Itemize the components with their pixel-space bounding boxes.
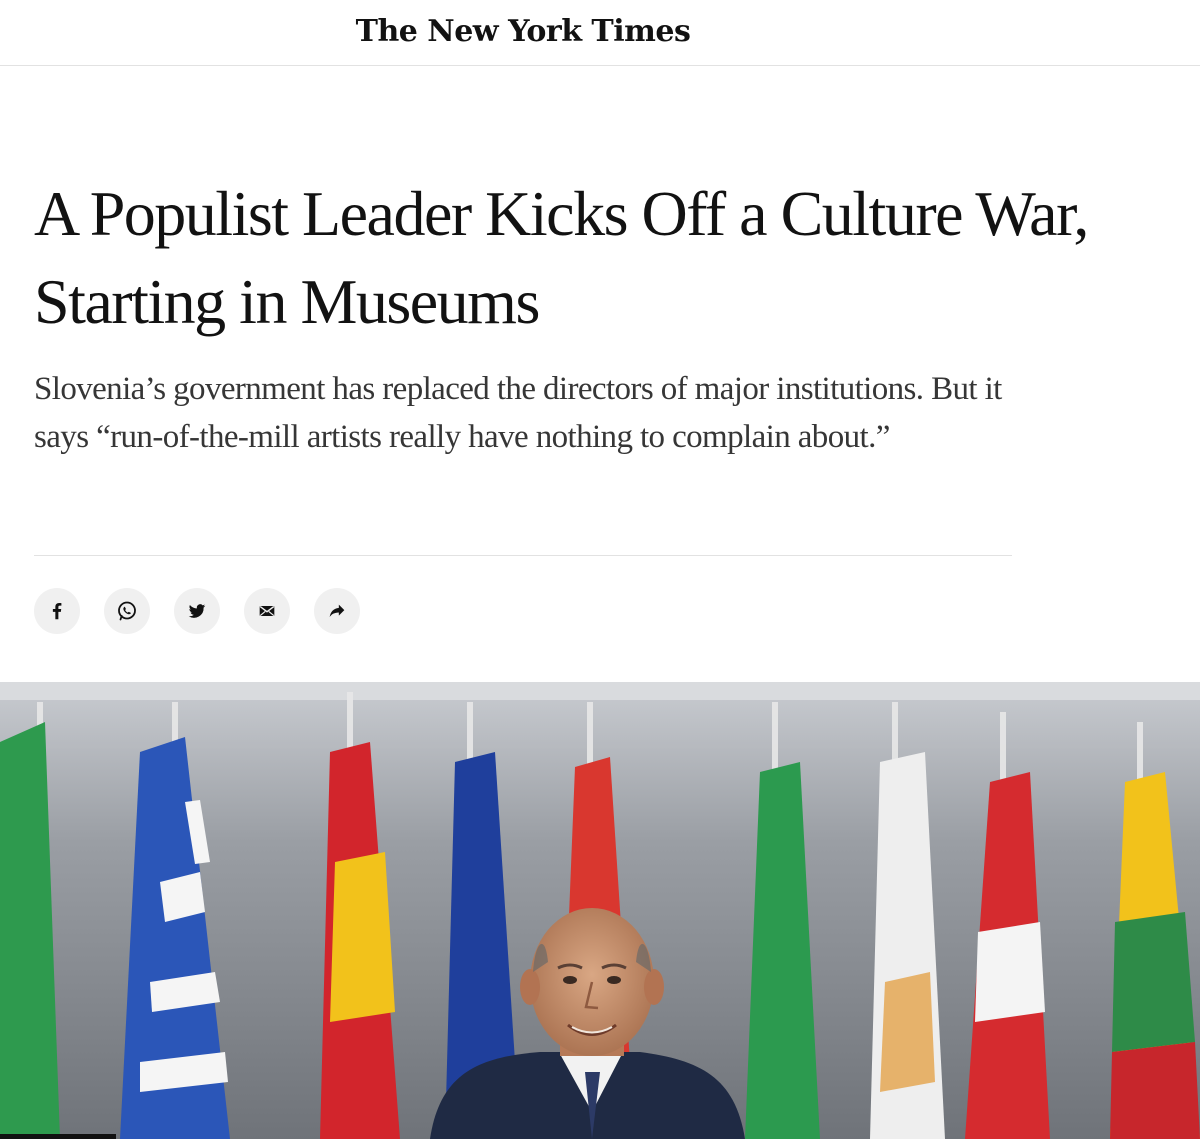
more-share-button[interactable] [314, 588, 360, 634]
email-share-button[interactable] [244, 588, 290, 634]
whatsapp-share-button[interactable] [104, 588, 150, 634]
whatsapp-icon [115, 599, 139, 623]
article-page: The New York Times A Populist Leader Kic… [0, 0, 1200, 1139]
facebook-icon [46, 600, 68, 622]
hero-image[interactable] [0, 682, 1200, 1139]
share-toolbar [34, 588, 360, 634]
nyt-logo[interactable]: The New York Times [0, 10, 1046, 54]
image-caption-tab [0, 1134, 116, 1139]
masthead: The New York Times [0, 0, 1200, 66]
twitter-share-button[interactable] [174, 588, 220, 634]
email-icon [256, 600, 278, 622]
hero-photo-illustration [0, 682, 1200, 1139]
article-headline: A Populist Leader Kicks Off a Culture Wa… [34, 178, 1089, 337]
facebook-share-button[interactable] [34, 588, 80, 634]
divider [34, 555, 1012, 556]
share-arrow-icon [326, 600, 348, 622]
article-summary: Slovenia’s government has replaced the d… [34, 371, 1002, 455]
twitter-icon [186, 600, 208, 622]
